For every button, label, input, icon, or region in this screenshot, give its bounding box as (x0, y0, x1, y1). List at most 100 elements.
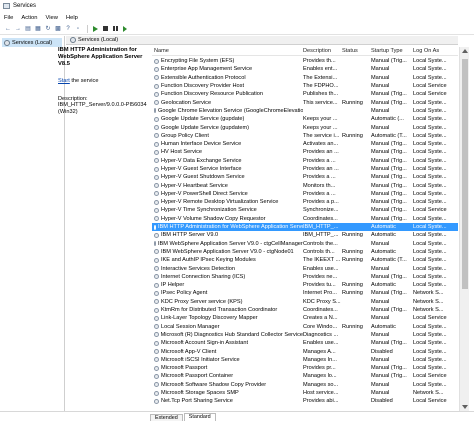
refresh-icon[interactable]: ↻ (44, 25, 52, 33)
properties-icon[interactable]: ▦ (34, 25, 42, 33)
service-log-on-as: Local Syste... (413, 107, 447, 114)
service-row[interactable]: Enterprise App Management Service Enables… (152, 65, 458, 73)
service-row[interactable]: Hyper-V Time Synchronization Service Sync… (152, 206, 458, 214)
menu-view[interactable]: View (45, 15, 57, 21)
scrollbar-thumb[interactable] (462, 59, 468, 289)
service-name: Hyper-V Guest Service Interface (161, 166, 242, 172)
tree-item-services-local[interactable]: Services (Local) (2, 38, 62, 47)
service-startup-type: Manual (371, 74, 390, 81)
menu-help[interactable]: Help (66, 15, 78, 21)
vertical-scrollbar[interactable] (459, 47, 469, 411)
show-console-tree-icon[interactable]: ▤ (24, 25, 32, 33)
service-name-cell: IBM WebSphere Application Server V9.0 - … (152, 241, 303, 247)
service-row[interactable]: Hyper-V Guest Shutdown Service Provides a… (152, 173, 458, 181)
service-row[interactable]: Hyper-V PowerShell Direct Service Provide… (152, 190, 458, 198)
tab-standard[interactable]: Standard (183, 413, 216, 421)
column-header-name[interactable]: Name (152, 48, 303, 54)
service-row[interactable]: IBM HTTP Server V9.0 IBM_HTTP_... Running A… (152, 231, 458, 239)
column-header-status[interactable]: Status (342, 48, 371, 54)
scroll-up-arrow-icon[interactable] (462, 49, 468, 53)
start-service-suffix: the service (69, 78, 99, 84)
service-name: Human Interface Device Service (161, 141, 242, 148)
service-name-cell: Microsoft Passport Container (152, 373, 303, 379)
service-row[interactable]: Hyper-V Remote Desktop Virtualization Se… (152, 198, 458, 206)
service-log-on-as: Network S... (413, 298, 444, 305)
menu-action[interactable]: Action (21, 15, 37, 21)
service-row[interactable]: Microsoft iSCSI Initiator Service Manages… (152, 356, 458, 364)
service-startup-type: Automatic (371, 224, 396, 231)
tab-extended[interactable]: Extended (150, 414, 183, 421)
service-row[interactable]: Hyper-V Data Exchange Service Provides a … (152, 157, 458, 165)
service-row[interactable]: Google Chrome Elevation Service (GoogleC… (152, 107, 458, 115)
service-description: Manages lo... (303, 373, 337, 380)
service-row[interactable]: Microsoft (R) Diagnostics Hub Standard C… (152, 331, 458, 339)
service-name-cell: Enterprise App Management Service (152, 66, 303, 72)
service-row[interactable]: Human Interface Device Service Activates … (152, 140, 458, 148)
service-row[interactable]: Microsoft App-V Client Manages A... Disabl… (152, 347, 458, 355)
service-description: The FDPHO... (303, 83, 339, 90)
service-row[interactable]: KDC Proxy Server service (KPS) KDC Proxy … (152, 298, 458, 306)
restart-service-button[interactable] (121, 25, 129, 33)
pane-header-title: Services (Local) (78, 37, 119, 43)
service-row[interactable]: Extensible Authentication Protocol The Ex… (152, 74, 458, 82)
service-row[interactable]: Local Session Manager Core Windo... Runnin… (152, 323, 458, 331)
service-name: HV Host Service (161, 149, 203, 156)
service-row[interactable]: Hyper-V Volume Shadow Copy Requestor Coor… (152, 215, 458, 223)
service-name-cell: IKE and AuthIP IPsec Keying Modules (152, 257, 303, 263)
services-gear-icon (70, 37, 76, 43)
service-row[interactable]: Interactive Services Detection Enables us… (152, 264, 458, 272)
service-row[interactable]: Geolocation Service This service... Runnin… (152, 98, 458, 106)
service-startup-type: Manual (371, 298, 390, 305)
service-startup-type: Manual (Trig... (371, 273, 407, 280)
service-name: Google Update Service (gupdatem) (161, 124, 249, 131)
service-row[interactable]: Link-Layer Topology Discovery Mapper Crea… (152, 314, 458, 322)
service-name: Link-Layer Topology Discovery Mapper (161, 315, 258, 322)
view-icon[interactable]: ▫ (74, 25, 82, 33)
service-row[interactable]: Microsoft Software Shadow Copy Provider M… (152, 381, 458, 389)
service-row[interactable]: Microsoft Passport Container Manages lo..… (152, 372, 458, 380)
back-arrow-icon[interactable]: ← (4, 25, 12, 33)
service-row[interactable]: KtmRm for Distributed Transaction Coordi… (152, 306, 458, 314)
service-startup-type: Manual (371, 265, 390, 272)
stop-service-button[interactable] (101, 25, 109, 33)
service-row[interactable]: Hyper-V Heartbeat Service Monitors th... M… (152, 181, 458, 189)
service-row[interactable]: IBM WebSphere Application Server V9.0 - … (152, 248, 458, 256)
column-header-log-on-as[interactable]: Log On As (413, 48, 458, 54)
service-row[interactable]: Google Update Service (gupdate) Keeps you… (152, 115, 458, 123)
service-row[interactable]: IBM WebSphere Application Server V9.0 - … (152, 240, 458, 248)
export-list-icon[interactable]: ▩ (54, 25, 62, 33)
service-name-cell: Hyper-V PowerShell Direct Service (152, 191, 303, 197)
service-description: Manages so... (303, 381, 339, 388)
start-service-link[interactable]: Start (58, 78, 70, 84)
service-row[interactable]: Encrypting File System (EFS) Provides th.… (152, 57, 458, 65)
service-row[interactable]: Microsoft Passport Provides pr... Manual (… (152, 364, 458, 372)
service-name: IKE and AuthIP IPsec Keying Modules (161, 257, 256, 264)
column-header-startup-type[interactable]: Startup Type (371, 48, 413, 54)
start-service-button[interactable] (91, 25, 99, 33)
service-description: Enables use... (303, 265, 339, 272)
service-row[interactable]: HV Host Service Provides an ... Manual (Tr… (152, 148, 458, 156)
service-row[interactable]: Function Discovery Provider Host The FDPH… (152, 82, 458, 90)
help-icon[interactable]: ? (64, 25, 72, 33)
service-row[interactable]: IPsec Policy Agent Internet Pro... Running… (152, 289, 458, 297)
service-row[interactable]: IKE and AuthIP IPsec Keying Modules The I… (152, 256, 458, 264)
service-log-on-as: Local Syste... (413, 74, 447, 81)
pause-service-button[interactable] (111, 25, 119, 33)
forward-arrow-icon[interactable]: → (14, 25, 22, 33)
service-row[interactable]: Microsoft Account Sign-in Assistant Enabl… (152, 339, 458, 347)
menu-file[interactable]: File (4, 15, 13, 21)
service-log-on-as: Local Syste... (413, 124, 447, 131)
service-row[interactable]: Google Update Service (gupdatem) Keeps yo… (152, 123, 458, 131)
service-row[interactable]: IBM HTTP Administration for WebSphere Ap… (152, 222, 458, 232)
service-row[interactable]: Hyper-V Guest Service Interface Provides … (152, 165, 458, 173)
service-row[interactable]: IP Helper Provides tu... Running Automatic L… (152, 281, 458, 289)
service-name: Function Discovery Resource Publication (161, 91, 263, 98)
column-header-description[interactable]: Description (303, 48, 342, 54)
start-service-text: Start the service (58, 78, 148, 84)
service-row[interactable]: Group Policy Client The service i... Runni… (152, 132, 458, 140)
service-row[interactable]: Net.Tcp Port Sharing Service Provides abi… (152, 397, 458, 405)
service-row[interactable]: Microsoft Storage Spaces SMP Host service… (152, 389, 458, 397)
service-row[interactable]: Internet Connection Sharing (ICS) Provide… (152, 273, 458, 281)
service-row[interactable]: Function Discovery Resource Publication P… (152, 90, 458, 98)
scroll-down-arrow-icon[interactable] (462, 405, 468, 409)
